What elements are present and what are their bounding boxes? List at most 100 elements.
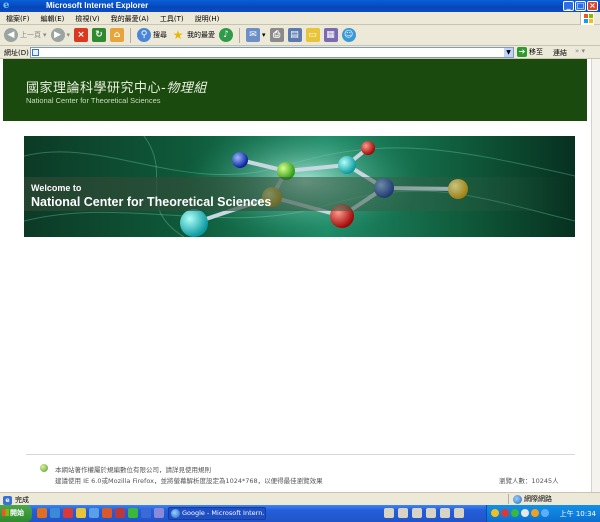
go-button[interactable]: ➔ 移至 [517,47,543,57]
status-text: 完成 [15,496,29,504]
folder-icon: ▭ [305,28,320,42]
tray-shield-icon[interactable] [491,509,499,517]
search-button[interactable]: ⚲ 搜尋 [137,28,167,42]
window-controls: _ □ × [563,1,598,11]
stop-button[interactable]: × [74,28,89,42]
minimize-button[interactable]: _ [563,1,574,11]
mail-icon: ✉ [246,28,261,42]
back-label: 上一頁 [20,31,41,39]
tray-network-icon[interactable] [511,509,519,517]
taskbar-tool-icons [384,508,464,518]
links-button[interactable]: 連結 [553,48,567,58]
zone-label: 網際網路 [524,495,552,503]
task-label: Google - Microsoft Intern... [182,509,266,517]
footer-bullet-icon [40,464,48,472]
show-desktop-icon[interactable] [154,508,164,518]
quick-launch [37,508,164,518]
refresh-button[interactable]: ↻ [92,28,107,42]
footer-copyright: 本網站著作權屬於規編數位有限公司，請詳見使用規則 [55,466,211,474]
menu-favorites[interactable]: 我的最愛(A) [111,14,149,24]
start-button[interactable]: 開始 [0,505,32,522]
go-label: 移至 [529,48,543,56]
acrobat-icon[interactable] [115,508,125,518]
banner-welcome-text: Welcome to [31,183,82,193]
app-icon[interactable] [102,508,112,518]
links-more-icon[interactable]: » ▾ [575,47,585,55]
globe-icon [513,494,522,504]
windows-logo-icon [2,509,9,516]
window-title: Microsoft Internet Explorer [46,1,149,10]
folder-quicklaunch-icon[interactable] [76,508,86,518]
keyboard-icon[interactable] [384,508,394,518]
footer-divider [26,454,575,455]
welcome-banner: Welcome to National Center for Theoretic… [24,136,575,237]
media-button[interactable]: ♪ [219,28,234,42]
chart-icon[interactable] [412,508,422,518]
maximize-button[interactable]: □ [575,1,586,11]
address-bar: 網址(D) ▼ ➔ 移至 連結 » ▾ [0,46,600,59]
page-done-icon: e [3,495,12,505]
taskbar-window-button[interactable]: Google - Microsoft Intern... [168,507,266,520]
site-title-zh-italic: 物理組 [166,81,207,96]
word-icon[interactable] [141,508,151,518]
vertical-scrollbar[interactable] [591,59,600,492]
home-button[interactable]: ⌂ [110,28,125,42]
go-arrow-icon: ➔ [517,47,527,57]
refresh-icon: ↻ [92,28,107,42]
favorites-label: 我的最愛 [187,31,216,39]
visit-counter: 瀏覽人數：10245人 [499,477,559,485]
ie-logo-icon: e [3,0,10,11]
ie-quicklaunch-icon[interactable] [50,508,60,518]
star-icon: ★ [172,28,184,42]
favorites-button[interactable]: ★ 我的最愛 [171,28,215,42]
close-button[interactable]: × [587,1,598,11]
tray-update-icon[interactable] [531,509,539,517]
messenger-button[interactable]: ☺ [341,28,356,42]
site-title-en: National Center for Theoretical Sciences [26,96,161,105]
media-player-icon[interactable] [63,508,73,518]
firefox-icon[interactable] [37,508,47,518]
toolbar-separator [130,27,132,43]
page-icon [32,49,39,56]
mail-button[interactable]: ✉ ▾ [246,28,266,42]
collapse-icon[interactable] [454,508,464,518]
site-title-zh-main: 國家理論科學研究中心- [26,81,167,96]
ie-task-icon [171,509,180,518]
address-dropdown-icon[interactable]: ▼ [504,48,513,57]
messenger-icon: ☺ [341,28,356,42]
print-button[interactable]: ⎙ [269,28,284,42]
menu-file[interactable]: 檔案(F) [6,14,30,24]
banner-title-text: National Center for Theoretical Sciences [31,195,272,209]
search-icon: ⚲ [137,28,152,42]
tray-messenger-icon[interactable] [541,509,549,517]
status-text-area: e 完成 [3,495,29,505]
status-bar: e 完成 網際網路 [0,492,600,505]
edit-icon: ▤ [287,28,302,42]
address-input[interactable]: ▼ [30,47,514,58]
tray-volume-icon[interactable] [521,509,529,517]
research-icon: ▦ [323,28,338,42]
outlook-icon[interactable] [89,508,99,518]
excel-icon[interactable] [128,508,138,518]
pen-icon[interactable] [398,508,408,518]
menu-bar: 檔案(F) 編輯(E) 檢視(V) 我的最愛(A) 工具(T) 說明(H) [0,12,600,25]
menu-tools[interactable]: 工具(T) [160,14,184,24]
help-icon[interactable] [440,508,450,518]
media-icon: ♪ [219,28,234,42]
address-label: 網址(D) [4,49,29,57]
menu-edit[interactable]: 編輯(E) [41,14,65,24]
menu-help[interactable]: 說明(H) [195,14,220,24]
stop-icon: × [74,28,89,42]
research-button[interactable]: ▦ [323,28,338,42]
title-bar: e Microsoft Internet Explorer _ □ × [0,0,600,12]
grid-icon[interactable] [426,508,436,518]
menu-view[interactable]: 檢視(V) [75,14,99,24]
back-button[interactable]: ◀ 上一頁 ▾ [4,28,47,42]
discuss-button[interactable]: ▭ [305,28,320,42]
clock: 上午 10:34 [559,510,596,518]
forward-arrow-icon: ▶ [50,28,65,42]
edit-button[interactable]: ▤ [287,28,302,42]
print-icon: ⎙ [269,28,284,42]
forward-button[interactable]: ▶ ▾ [50,28,70,42]
tray-antivirus-icon[interactable] [501,509,509,517]
